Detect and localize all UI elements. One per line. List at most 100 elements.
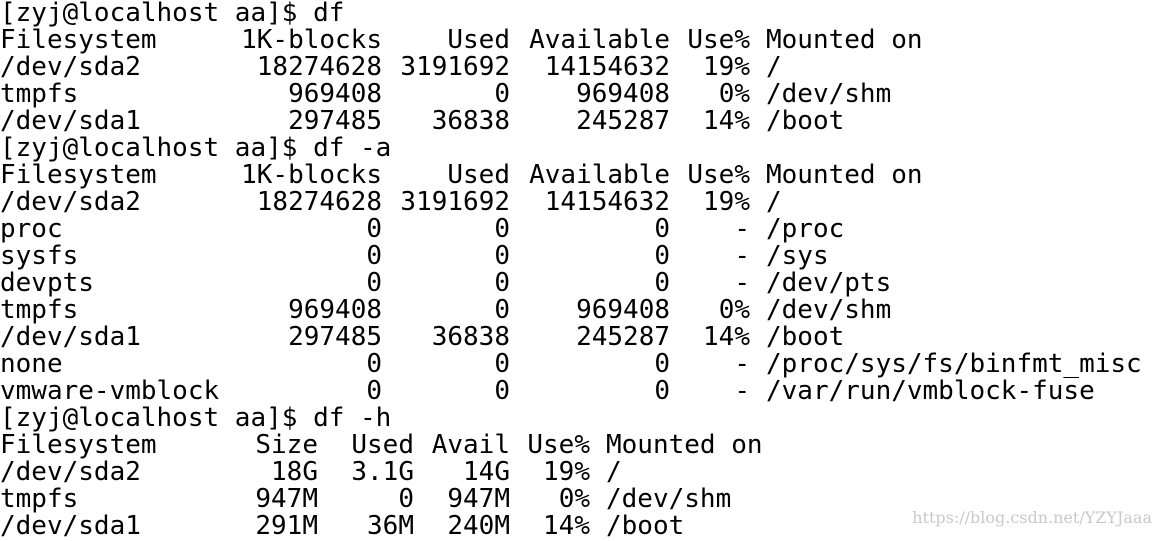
table-cell: sysfs (0, 241, 79, 271)
table-cell: 18274628 (256, 52, 382, 82)
terminal-window[interactable]: [zyj@localhost aa]$ df Filesystem 1K-block… (0, 0, 1164, 541)
table-row: /dev/sda2 18274628 3191692 14154632 19% / (0, 189, 1164, 216)
table-cell: 3191692 (400, 187, 510, 217)
table-cell: /dev/sda2 (0, 187, 141, 217)
table-cell: - (734, 214, 750, 244)
table-header-cell: Use% (527, 430, 590, 460)
table-header-cell: Size (255, 430, 318, 460)
table-cell: 0 (654, 376, 670, 406)
table-cell: 969408 (288, 79, 382, 109)
table-cell: /boot (606, 511, 685, 541)
table-cell: - (734, 349, 750, 379)
table-cell: 36838 (431, 322, 510, 352)
table-cell: 0 (366, 241, 382, 271)
table-cell: tmpfs (0, 295, 79, 325)
table-cell: 947M (447, 484, 510, 514)
table-header-cell: Used (447, 25, 510, 55)
table-header-cell: Use% (687, 25, 750, 55)
table-cell: /dev/sda2 (0, 457, 141, 487)
table-header-row: Filesystem 1K-blocks Used Available Use% Moun… (0, 162, 1164, 189)
table-header-cell: Available (529, 25, 670, 55)
table-row: proc 0 0 0 -/proc (0, 216, 1164, 243)
table-cell: 0 (654, 268, 670, 298)
table-cell: 14% (543, 511, 590, 541)
table-cell: 0 (366, 376, 382, 406)
table-cell: 0 (494, 241, 510, 271)
table-cell: 969408 (576, 79, 670, 109)
table-cell: 297485 (288, 106, 382, 136)
table-row: /dev/sda2 18274628 3191692 14154632 19% / (0, 54, 1164, 81)
table-cell: /dev/sda1 (0, 511, 141, 541)
table-cell: /dev/pts (766, 268, 892, 298)
watermark-text: https://blog.csdn.net/YZYJaaa (912, 508, 1152, 527)
table-cell: 0 (654, 214, 670, 244)
table-header-cell: Mounted on (606, 430, 763, 460)
table-cell: 245287 (576, 322, 670, 352)
table-row: /dev/sda1 297485 36838 245287 14% /boot (0, 324, 1164, 351)
table-header-cell: 1K-blocks (241, 25, 382, 55)
table-cell: - (734, 268, 750, 298)
table-cell: 0 (366, 268, 382, 298)
command-prompt-line: [zyj@localhost aa]$ df -h (0, 405, 1164, 432)
table-cell: tmpfs (0, 79, 79, 109)
table-header-row: Filesystem 1K-blocks Used Available Use% Moun… (0, 27, 1164, 54)
command-prompt-line: [zyj@localhost aa]$ df -a (0, 135, 1164, 162)
table-row: sysfs 0 0 0 -/sys (0, 243, 1164, 270)
table-cell: proc (0, 214, 63, 244)
table-row: vmware-vmblock 0 0 0 -/var/run/vmblock-fuse (0, 378, 1164, 405)
table-cell: 14% (703, 322, 750, 352)
table-header-cell: Avail (431, 430, 510, 460)
table-cell: 19% (703, 52, 750, 82)
table-cell: 0 (494, 295, 510, 325)
table-cell: 0 (654, 349, 670, 379)
table-cell: /sys (766, 241, 829, 271)
table-cell: 969408 (288, 295, 382, 325)
table-cell: 3.1G (351, 457, 414, 487)
table-cell: 0 (494, 376, 510, 406)
command-prompt-text: [zyj@localhost aa]$ df -a (0, 133, 392, 163)
table-cell: 14% (703, 106, 750, 136)
table-cell: 18G (271, 457, 318, 487)
table-cell: /dev/shm (766, 295, 892, 325)
table-cell: 0 (366, 214, 382, 244)
table-row: none 0 0 0 -/proc/sys/fs/binfmt_misc (0, 351, 1164, 378)
table-cell: 0 (654, 241, 670, 271)
table-cell: none (0, 349, 63, 379)
table-cell: 14154632 (544, 52, 670, 82)
table-cell: /proc (766, 214, 845, 244)
table-header-cell: Filesystem (0, 25, 157, 55)
table-cell: 245287 (576, 106, 670, 136)
table-cell: 0 (494, 79, 510, 109)
table-cell: 19% (543, 457, 590, 487)
table-header-cell: Used (447, 160, 510, 190)
command-prompt-text: [zyj@localhost aa]$ df -h (0, 403, 392, 433)
table-cell: 969408 (576, 295, 670, 325)
table-cell: 297485 (288, 322, 382, 352)
table-cell: /boot (766, 106, 845, 136)
table-cell: /dev/sda1 (0, 106, 141, 136)
table-cell: /dev/shm (606, 484, 732, 514)
table-row: tmpfs 969408 0 969408 0% /dev/shm (0, 297, 1164, 324)
table-cell: - (734, 241, 750, 271)
table-header-cell: Mounted on (766, 160, 923, 190)
table-cell: 19% (703, 187, 750, 217)
table-cell: / (766, 52, 782, 82)
table-row: /dev/sda2 18G 3.1G 14G 19% / (0, 459, 1164, 486)
table-cell: 14G (463, 457, 510, 487)
table-header-cell: Used (351, 430, 414, 460)
table-header-cell: Filesystem (0, 160, 157, 190)
table-cell: 0% (718, 79, 750, 109)
table-header-cell: Mounted on (766, 25, 923, 55)
table-cell: /var/run/vmblock-fuse (766, 376, 1095, 406)
table-cell: /dev/shm (766, 79, 892, 109)
table-cell: 36M (367, 511, 414, 541)
table-cell: 240M (447, 511, 510, 541)
table-cell: tmpfs (0, 484, 79, 514)
table-cell: 0 (398, 484, 414, 514)
table-row: devpts 0 0 0 -/dev/pts (0, 270, 1164, 297)
table-cell: 14154632 (544, 187, 670, 217)
table-header-cell: 1K-blocks (241, 160, 382, 190)
table-cell: 947M (255, 484, 318, 514)
table-header-cell: Use% (687, 160, 750, 190)
command-prompt-line: [zyj@localhost aa]$ df (0, 0, 1164, 27)
